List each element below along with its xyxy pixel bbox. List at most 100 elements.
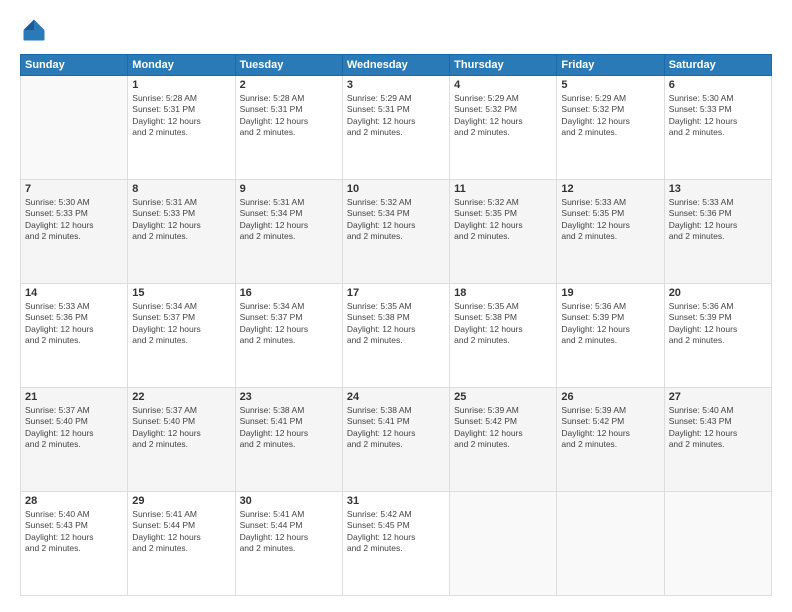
day-number: 24 <box>347 391 445 403</box>
page: SundayMondayTuesdayWednesdayThursdayFrid… <box>0 0 792 612</box>
calendar-cell: 26 Sunrise: 5:39 AMSunset: 5:42 PMDayligh… <box>557 388 664 492</box>
day-info: Sunrise: 5:34 AMSunset: 5:37 PMDaylight:… <box>132 301 230 347</box>
day-number: 25 <box>454 391 552 403</box>
day-number: 11 <box>454 183 552 195</box>
calendar-cell: 14Sunrise: 5:33 AMSunset: 5:36 PMDayligh… <box>21 284 128 388</box>
calendar-cell: 29 Sunrise: 5:41 AMSunset: 5:44 PMDayligh… <box>128 492 235 596</box>
day-info: Sunrise: 5:29 AMSunset: 5:31 PMDaylight:… <box>347 93 445 139</box>
calendar-cell: 8 Sunrise: 5:31 AMSunset: 5:33 PMDaylight… <box>128 180 235 284</box>
day-info: Sunrise: 5:36 AMSunset: 5:39 PMDaylight:… <box>561 301 659 347</box>
day-number: 2 <box>240 79 338 91</box>
day-number: 4 <box>454 79 552 91</box>
day-number: 8 <box>132 183 230 195</box>
day-number: 16 <box>240 287 338 299</box>
day-header: Monday <box>128 55 235 76</box>
day-number: 20 <box>669 287 767 299</box>
day-info: Sunrise: 5:30 AMSunset: 5:33 PMDaylight:… <box>669 93 767 139</box>
day-number: 26 <box>561 391 659 403</box>
day-number: 6 <box>669 79 767 91</box>
calendar-cell: 4 Sunrise: 5:29 AMSunset: 5:32 PMDaylight… <box>450 76 557 180</box>
calendar-cell: 22Sunrise: 5:37 AMSunset: 5:40 PMDayligh… <box>128 388 235 492</box>
day-number: 27 <box>669 391 767 403</box>
day-number: 7 <box>25 183 123 195</box>
logo-icon <box>20 16 48 44</box>
day-number: 1 <box>132 79 230 91</box>
day-header: Tuesday <box>235 55 342 76</box>
day-info: Sunrise: 5:41 AMSunset: 5:44 PMDaylight:… <box>132 509 230 555</box>
calendar-cell: 13Sunrise: 5:33 AMSunset: 5:36 PMDayligh… <box>664 180 771 284</box>
day-number: 9 <box>240 183 338 195</box>
day-info: Sunrise: 5:39 AMSunset: 5:42 PMDaylight:… <box>561 405 659 451</box>
day-info: Sunrise: 5:35 AMSunset: 5:38 PMDaylight:… <box>347 301 445 347</box>
calendar-cell: 15Sunrise: 5:34 AMSunset: 5:37 PMDayligh… <box>128 284 235 388</box>
calendar-cell: 2 Sunrise: 5:28 AMSunset: 5:31 PMDaylight… <box>235 76 342 180</box>
day-info: Sunrise: 5:38 AMSunset: 5:41 PMDaylight:… <box>347 405 445 451</box>
calendar-cell: 27Sunrise: 5:40 AMSunset: 5:43 PMDayligh… <box>664 388 771 492</box>
calendar-cell: 23 Sunrise: 5:38 AMSunset: 5:41 PMDayligh… <box>235 388 342 492</box>
day-number: 22 <box>132 391 230 403</box>
day-header: Thursday <box>450 55 557 76</box>
day-info: Sunrise: 5:41 AMSunset: 5:44 PMDaylight:… <box>240 509 338 555</box>
day-info: Sunrise: 5:28 AMSunset: 5:31 PMDaylight:… <box>132 93 230 139</box>
calendar-cell: 12 Sunrise: 5:33 AMSunset: 5:35 PMDayligh… <box>557 180 664 284</box>
calendar-cell: 10Sunrise: 5:32 AMSunset: 5:34 PMDayligh… <box>342 180 449 284</box>
calendar-cell: 11 Sunrise: 5:32 AMSunset: 5:35 PMDayligh… <box>450 180 557 284</box>
day-number: 18 <box>454 287 552 299</box>
day-number: 21 <box>25 391 123 403</box>
day-number: 19 <box>561 287 659 299</box>
calendar-cell: 21 Sunrise: 5:37 AMSunset: 5:40 PMDayligh… <box>21 388 128 492</box>
calendar-week-row: 1 Sunrise: 5:28 AMSunset: 5:31 PMDaylight… <box>21 76 772 180</box>
day-info: Sunrise: 5:36 AMSunset: 5:39 PMDaylight:… <box>669 301 767 347</box>
day-info: Sunrise: 5:31 AMSunset: 5:33 PMDaylight:… <box>132 197 230 243</box>
calendar-cell: 20 Sunrise: 5:36 AMSunset: 5:39 PMDayligh… <box>664 284 771 388</box>
header <box>20 16 772 44</box>
calendar-cell: 28 Sunrise: 5:40 AMSunset: 5:43 PMDayligh… <box>21 492 128 596</box>
day-info: Sunrise: 5:32 AMSunset: 5:35 PMDaylight:… <box>454 197 552 243</box>
day-header: Saturday <box>664 55 771 76</box>
day-number: 23 <box>240 391 338 403</box>
calendar-cell: 7 Sunrise: 5:30 AMSunset: 5:33 PMDaylight… <box>21 180 128 284</box>
calendar-cell: 3 Sunrise: 5:29 AMSunset: 5:31 PMDaylight… <box>342 76 449 180</box>
calendar-cell: 18 Sunrise: 5:35 AMSunset: 5:38 PMDayligh… <box>450 284 557 388</box>
day-info: Sunrise: 5:42 AMSunset: 5:45 PMDaylight:… <box>347 509 445 555</box>
day-info: Sunrise: 5:29 AMSunset: 5:32 PMDaylight:… <box>561 93 659 139</box>
calendar-cell: 24 Sunrise: 5:38 AMSunset: 5:41 PMDayligh… <box>342 388 449 492</box>
day-info: Sunrise: 5:31 AMSunset: 5:34 PMDaylight:… <box>240 197 338 243</box>
day-number: 31 <box>347 495 445 507</box>
calendar-cell: 31 Sunrise: 5:42 AMSunset: 5:45 PMDayligh… <box>342 492 449 596</box>
day-number: 28 <box>25 495 123 507</box>
day-info: Sunrise: 5:34 AMSunset: 5:37 PMDaylight:… <box>240 301 338 347</box>
day-info: Sunrise: 5:33 AMSunset: 5:36 PMDaylight:… <box>25 301 123 347</box>
day-number: 12 <box>561 183 659 195</box>
day-info: Sunrise: 5:28 AMSunset: 5:31 PMDaylight:… <box>240 93 338 139</box>
day-info: Sunrise: 5:35 AMSunset: 5:38 PMDaylight:… <box>454 301 552 347</box>
day-info: Sunrise: 5:29 AMSunset: 5:32 PMDaylight:… <box>454 93 552 139</box>
calendar-table: SundayMondayTuesdayWednesdayThursdayFrid… <box>20 54 772 596</box>
day-number: 3 <box>347 79 445 91</box>
day-header: Wednesday <box>342 55 449 76</box>
calendar-week-row: 28 Sunrise: 5:40 AMSunset: 5:43 PMDayligh… <box>21 492 772 596</box>
calendar-cell: 5Sunrise: 5:29 AMSunset: 5:32 PMDaylight… <box>557 76 664 180</box>
day-info: Sunrise: 5:30 AMSunset: 5:33 PMDaylight:… <box>25 197 123 243</box>
day-info: Sunrise: 5:37 AMSunset: 5:40 PMDaylight:… <box>25 405 123 451</box>
calendar-cell: 16 Sunrise: 5:34 AMSunset: 5:37 PMDayligh… <box>235 284 342 388</box>
day-number: 29 <box>132 495 230 507</box>
calendar-cell: 30Sunrise: 5:41 AMSunset: 5:44 PMDayligh… <box>235 492 342 596</box>
calendar-week-row: 14Sunrise: 5:33 AMSunset: 5:36 PMDayligh… <box>21 284 772 388</box>
day-info: Sunrise: 5:39 AMSunset: 5:42 PMDaylight:… <box>454 405 552 451</box>
day-info: Sunrise: 5:38 AMSunset: 5:41 PMDaylight:… <box>240 405 338 451</box>
day-number: 10 <box>347 183 445 195</box>
day-header: Friday <box>557 55 664 76</box>
calendar-cell: 6 Sunrise: 5:30 AMSunset: 5:33 PMDaylight… <box>664 76 771 180</box>
day-number: 13 <box>669 183 767 195</box>
calendar-header-row: SundayMondayTuesdayWednesdayThursdayFrid… <box>21 55 772 76</box>
calendar-cell <box>664 492 771 596</box>
day-info: Sunrise: 5:33 AMSunset: 5:35 PMDaylight:… <box>561 197 659 243</box>
calendar-cell: 19 Sunrise: 5:36 AMSunset: 5:39 PMDayligh… <box>557 284 664 388</box>
day-info: Sunrise: 5:40 AMSunset: 5:43 PMDaylight:… <box>25 509 123 555</box>
calendar-week-row: 7 Sunrise: 5:30 AMSunset: 5:33 PMDaylight… <box>21 180 772 284</box>
calendar-week-row: 21 Sunrise: 5:37 AMSunset: 5:40 PMDayligh… <box>21 388 772 492</box>
day-number: 17 <box>347 287 445 299</box>
calendar-cell <box>21 76 128 180</box>
calendar-cell <box>557 492 664 596</box>
